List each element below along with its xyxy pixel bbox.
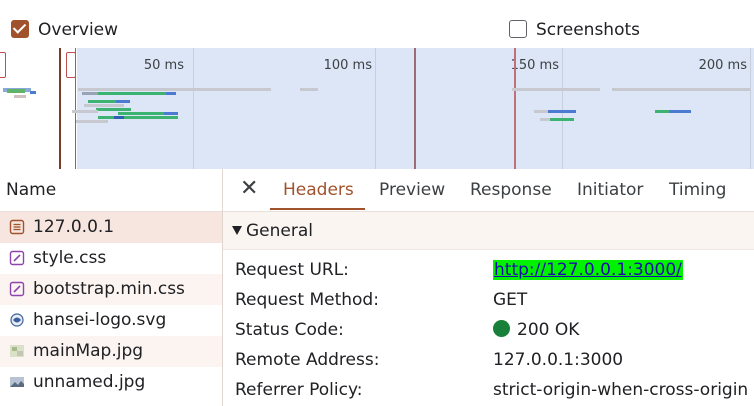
network-overview[interactable]: 50 ms 100 ms 150 ms 200 ms [0,48,754,169]
request-name: mainMap.jpg [33,341,144,361]
tab-response[interactable]: Response [470,179,552,201]
request-name: unnamed.jpg [33,372,146,392]
overview-checkbox[interactable] [11,20,29,38]
options-row: Overview Screenshots [0,0,754,48]
request-row-selected[interactable]: 127.0.0.1 [0,212,222,243]
request-method-value: GET [493,290,528,310]
screenshots-label: Screenshots [536,20,641,40]
request-row[interactable]: style.css [0,243,222,274]
image-icon [9,343,25,359]
tick-label: 150 ms [510,58,559,73]
overview-label: Overview [38,20,119,40]
document-icon [9,219,25,235]
svg-image-icon [9,312,25,328]
load-event-marker [514,48,516,169]
tick-label: 50 ms [143,58,184,73]
request-list: Name 127.0.0.1 style.css bootstrap.min.c… [0,169,223,406]
general-section-header[interactable]: General [223,212,754,250]
image-icon [9,374,25,390]
overview-unselected-area [0,48,61,169]
referrer-policy-value: strict-origin-when-cross-origin [493,380,749,400]
request-row[interactable]: hansei-logo.svg [0,305,222,336]
field-key: Status Code: [235,320,344,340]
request-url-value[interactable]: http://127.0.0.1:3000/ [493,259,683,281]
stylesheet-icon [9,281,25,297]
tab-headers[interactable]: Headers [283,179,354,201]
field-key: Request URL: [235,260,349,280]
dom-content-loaded-marker [59,48,61,169]
request-name: 127.0.0.1 [33,217,115,237]
active-tab-indicator [270,208,365,210]
request-name: hansei-logo.svg [33,310,167,330]
request-row[interactable]: mainMap.jpg [0,336,222,367]
status-code-value: 200 OK [493,319,579,341]
remote-address-value: 127.0.0.1:3000 [493,350,624,370]
tab-initiator[interactable]: Initiator [577,179,643,201]
request-row[interactable]: unnamed.jpg [0,367,222,398]
request-name: bootstrap.min.css [33,279,185,299]
tick-label: 200 ms [698,58,747,73]
field-key: Referrer Policy: [235,380,363,400]
section-title: General [246,221,313,241]
request-name: style.css [33,248,107,268]
tick-label: 100 ms [323,58,372,73]
screenshots-checkbox[interactable] [509,20,527,38]
request-row[interactable]: bootstrap.min.css [0,274,222,305]
overview-left-handle[interactable] [0,52,6,78]
name-header-label: Name [6,180,57,200]
load-event-marker [414,48,416,169]
close-icon[interactable]: ✕ [240,178,260,200]
triangle-down-icon [232,226,242,235]
overview-right-handle[interactable] [66,52,76,78]
status-ok-dot-icon [493,320,510,337]
tab-timing[interactable]: Timing [669,179,726,201]
stylesheet-icon [9,250,25,266]
tab-preview[interactable]: Preview [379,179,445,201]
field-key: Remote Address: [235,350,380,370]
details-tabbar: ✕ Headers Preview Response Initiator Tim… [223,169,754,212]
field-key: Request Method: [235,290,379,310]
name-column-header[interactable]: Name [0,169,222,212]
